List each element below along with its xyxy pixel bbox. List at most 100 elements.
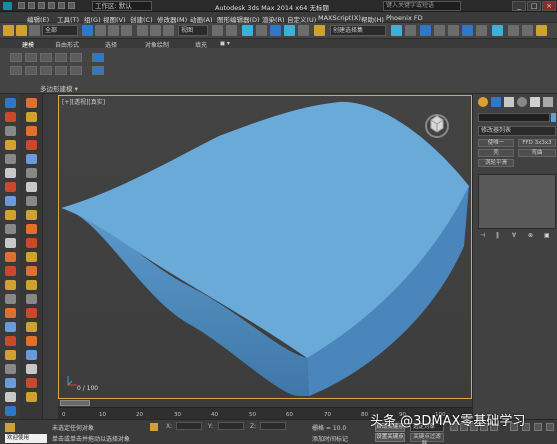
render-production-icon[interactable] — [536, 25, 547, 36]
left2-tool-7[interactable] — [26, 182, 37, 192]
remove-modifier-icon[interactable]: ⊗ — [528, 232, 537, 240]
left2-tool-13[interactable] — [26, 266, 37, 276]
left2-tool-17[interactable] — [26, 322, 37, 332]
modifier-stack-list[interactable] — [478, 174, 556, 229]
z-coord-input[interactable] — [260, 422, 286, 430]
layer-manager-icon[interactable] — [434, 25, 445, 36]
bind-space-warp-icon[interactable] — [29, 25, 40, 36]
x-coord-input[interactable] — [176, 422, 202, 430]
render-setup-icon[interactable] — [508, 25, 519, 36]
ribbon-tool-7[interactable] — [25, 66, 37, 75]
project-folder-icon[interactable] — [68, 2, 75, 9]
utilities-tab-icon[interactable] — [543, 97, 553, 107]
left-tool-22[interactable] — [5, 392, 16, 402]
left2-tool-15[interactable] — [26, 294, 37, 304]
create-tab-icon[interactable] — [478, 97, 488, 107]
open-file-icon[interactable] — [28, 2, 35, 9]
left2-tool-8[interactable] — [26, 196, 37, 206]
ribbon-tool-10[interactable] — [70, 66, 82, 75]
ribbon-tool-3[interactable] — [40, 53, 52, 62]
percent-snap-icon[interactable] — [284, 25, 295, 36]
left2-tool-5[interactable] — [26, 154, 37, 164]
left2-tool-21[interactable] — [26, 378, 37, 388]
left-tool-12[interactable] — [5, 252, 16, 262]
rotate-icon[interactable] — [150, 25, 161, 36]
select-manipulate-icon[interactable] — [226, 25, 237, 36]
object-color-swatch[interactable] — [551, 113, 556, 122]
make-unique-icon[interactable]: ∀ — [512, 232, 521, 240]
display-tab-icon[interactable] — [530, 97, 540, 107]
pan-icon[interactable] — [534, 423, 542, 431]
left-tool-5[interactable] — [5, 154, 16, 164]
undo-icon[interactable] — [48, 2, 55, 9]
hierarchy-tab-icon[interactable] — [504, 97, 514, 107]
minimize-button[interactable]: _ — [512, 1, 526, 11]
y-coord-input[interactable] — [218, 422, 244, 430]
left-tool-6[interactable] — [5, 168, 16, 178]
left2-tool-11[interactable] — [26, 238, 37, 248]
show-end-result-icon[interactable]: ‖ — [496, 232, 505, 240]
select-by-name-icon[interactable] — [95, 25, 106, 36]
left-tool-20[interactable] — [5, 364, 16, 374]
rectangular-selection-icon[interactable] — [108, 25, 119, 36]
left2-tool-22[interactable] — [26, 392, 37, 402]
left-tool-17[interactable] — [5, 322, 16, 332]
scale-icon[interactable] — [163, 25, 174, 36]
bend-button[interactable]: 弯曲 — [518, 149, 556, 157]
left-tool-8[interactable] — [5, 196, 16, 206]
mirror-icon[interactable] — [391, 25, 402, 36]
turbosmooth-button[interactable]: 涡轮平滑 — [478, 159, 514, 167]
time-slider-thumb[interactable] — [60, 400, 90, 406]
menu-phoenix-fd[interactable]: Phoenix FD — [386, 14, 423, 22]
perspective-viewport[interactable]: [+][透视][真实] 0 / 100 — [58, 95, 472, 399]
left2-tool-3[interactable] — [26, 126, 37, 136]
selection-filter-dropdown[interactable]: 全部 — [42, 25, 78, 36]
left2-tool-6[interactable] — [26, 168, 37, 178]
schematic-view-icon[interactable] — [476, 25, 487, 36]
save-file-icon[interactable] — [38, 2, 45, 9]
workspace-dropdown[interactable]: 工作区: 默认 — [92, 1, 152, 11]
left-tool-21[interactable] — [5, 378, 16, 388]
curve-editor-icon[interactable] — [462, 25, 473, 36]
shell-button[interactable]: 壳 — [478, 149, 514, 157]
ribbon-tool-11[interactable] — [92, 53, 104, 62]
left2-tool-4[interactable] — [26, 140, 37, 150]
new-file-icon[interactable] — [18, 2, 25, 9]
ribbon-toggle-icon[interactable] — [448, 25, 459, 36]
lock-selection-icon[interactable] — [150, 423, 158, 431]
left2-tool-12[interactable] — [26, 252, 37, 262]
set-key-button[interactable]: 设置关键点 — [375, 433, 405, 442]
key-filters-button[interactable]: 关键点过滤器... — [410, 433, 444, 444]
align-icon[interactable] — [405, 25, 416, 36]
modify-tab-icon[interactable] — [491, 97, 501, 107]
search-input[interactable]: 键入关键字或短语 — [383, 1, 461, 11]
left-tool-16[interactable] — [5, 308, 16, 318]
reference-coordinate-dropdown[interactable]: 视图 — [178, 25, 208, 36]
make-unique-button[interactable]: 使唯一 — [478, 139, 514, 147]
left-tool-7[interactable] — [5, 182, 16, 192]
left-tool-15[interactable] — [5, 294, 16, 304]
maximize-viewport-icon[interactable] — [546, 423, 554, 431]
spinner-snap-icon[interactable] — [298, 25, 309, 36]
unlink-icon[interactable] — [16, 25, 27, 36]
edit-named-selection-icon[interactable] — [314, 25, 325, 36]
time-slider[interactable] — [58, 399, 472, 407]
redo-icon[interactable] — [58, 2, 65, 9]
left2-tool-20[interactable] — [26, 364, 37, 374]
left-tool-9[interactable] — [5, 210, 16, 220]
left-tool-4[interactable] — [5, 140, 16, 150]
ribbon-tool-4[interactable] — [55, 53, 67, 62]
left-tool-2[interactable] — [5, 112, 16, 122]
left-tool-18[interactable] — [5, 336, 16, 346]
maximize-button[interactable]: □ — [527, 1, 541, 11]
left-tool-11[interactable] — [5, 238, 16, 248]
left-tool-23[interactable] — [5, 406, 16, 416]
close-button[interactable]: × — [542, 1, 556, 11]
left-tool-14[interactable] — [5, 280, 16, 290]
modifier-list-dropdown[interactable]: 修改器列表 — [478, 126, 556, 136]
ribbon-tool-6[interactable] — [10, 66, 22, 75]
left-tool-19[interactable] — [5, 350, 16, 360]
left2-tool-14[interactable] — [26, 280, 37, 290]
window-crossing-icon[interactable] — [121, 25, 132, 36]
left2-tool-1[interactable] — [26, 98, 37, 108]
